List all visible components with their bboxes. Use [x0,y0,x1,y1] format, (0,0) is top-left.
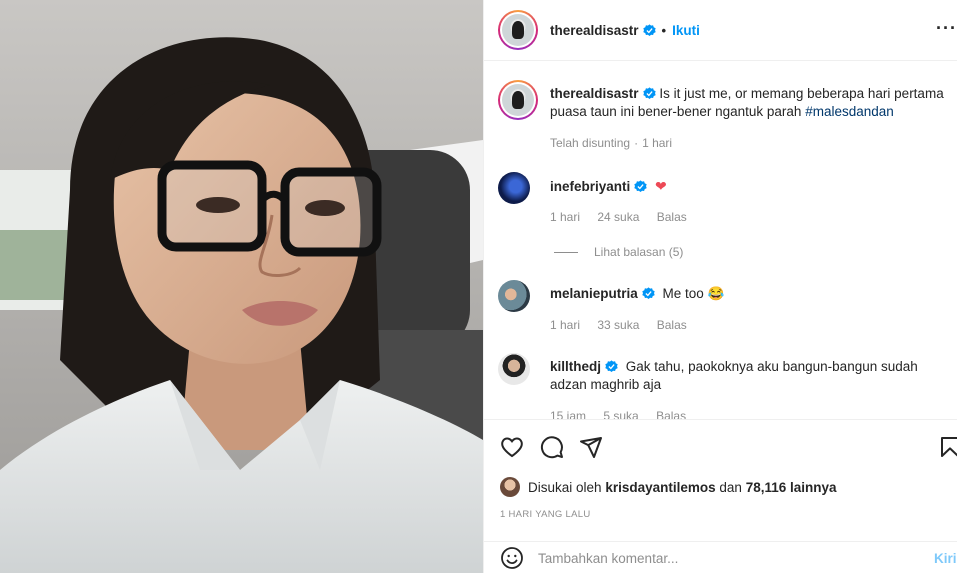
separator-dot: • [661,22,667,38]
comment-item: inefebriyanti ❤ 1 hari 24 suka Balas [498,172,948,232]
comment-icon[interactable] [540,435,564,459]
view-replies-button[interactable]: Lihat balasan (5) [554,245,683,259]
comment-username[interactable]: killthedj [550,359,601,374]
bookmark-icon[interactable] [938,435,957,459]
liker-username[interactable]: krisdayantilemos [605,480,715,495]
comment-text: Me too 😂 [662,286,725,301]
post-header: therealdisastr • Ikuti ··· [484,0,957,61]
comment-time[interactable]: 15 jam [550,409,586,419]
caption-meta: Telah disunting · 1 hari [550,136,686,150]
commenter-avatar[interactable] [498,280,530,312]
likes-prefix: Disukai oleh [528,479,602,495]
commenter-avatar[interactable] [498,172,530,204]
reply-button[interactable]: Balas [657,318,687,332]
add-comment-bar: Kirim [484,541,957,573]
reply-button[interactable]: Balas [657,210,687,224]
action-icons [500,435,615,462]
view-replies-label[interactable]: Lihat balasan (5) [594,245,683,259]
caption-time[interactable]: 1 hari [642,136,672,150]
comment-text: ❤ [655,178,667,194]
comment-meta: 15 jam 5 suka Balas [550,409,700,419]
comments-list[interactable]: therealdisastr Is it just me, or memang … [484,62,957,419]
liker-avatar[interactable] [500,477,520,497]
comment-likes[interactable]: 24 suka [597,210,639,224]
reply-button[interactable]: Balas [656,409,686,419]
verified-icon [634,180,647,193]
likes-middle: dan [719,479,742,495]
post-panel: therealdisastr • Ikuti ··· therealdisast… [483,0,957,573]
post-comment-button[interactable]: Kirim [934,551,957,566]
post-photo[interactable] [0,0,483,573]
commenter-avatar[interactable] [498,353,530,385]
likes-count[interactable]: 78,116 lainnya [746,480,837,495]
comment-time[interactable]: 1 hari [550,318,580,332]
caption: therealdisastr Is it just me, or memang … [498,80,948,160]
edited-label: Telah disunting [550,136,631,150]
caption-username[interactable]: therealdisastr [550,86,639,101]
comment-item: killthedj Gak tahu, paokoknya aku bangun… [498,353,948,419]
action-bar: Disukai oleh krisdayantilemos dan 78,116… [484,419,957,573]
emoji-icon[interactable] [500,546,524,570]
caption-avatar[interactable] [498,80,538,120]
selfie-image [0,0,483,573]
comment-username[interactable]: melanieputria [550,286,638,301]
share-icon[interactable] [579,435,603,459]
comment-meta: 1 hari 33 suka Balas [550,318,701,332]
verified-icon [642,87,656,100]
meta-dot: · [634,136,639,150]
comment-input[interactable] [538,550,898,566]
verified-icon [605,360,618,373]
post-timestamp[interactable]: 1 HARI YANG LALU [500,509,591,520]
comment-username[interactable]: inefebriyanti [550,179,630,194]
caption-hashtag[interactable]: #malesdandan [805,104,894,119]
verified-icon [642,23,656,36]
author-avatar[interactable] [498,10,538,50]
comment-item: melanieputria Me too 😂 1 hari 33 suka Ba… [498,280,948,340]
comment-likes[interactable]: 33 suka [597,318,639,332]
comment-time[interactable]: 1 hari [550,210,580,224]
author-username[interactable]: therealdisastr [550,23,639,38]
comment-likes[interactable]: 5 suka [603,409,638,419]
verified-icon [642,287,655,300]
follow-button[interactable]: Ikuti [672,23,700,38]
comment-meta: 1 hari 24 suka Balas [550,210,701,224]
heart-icon[interactable] [500,435,524,459]
more-icon[interactable]: ··· [936,18,957,39]
likes-summary: Disukai oleh krisdayantilemos dan 78,116… [500,477,837,497]
replies-divider [554,251,578,253]
